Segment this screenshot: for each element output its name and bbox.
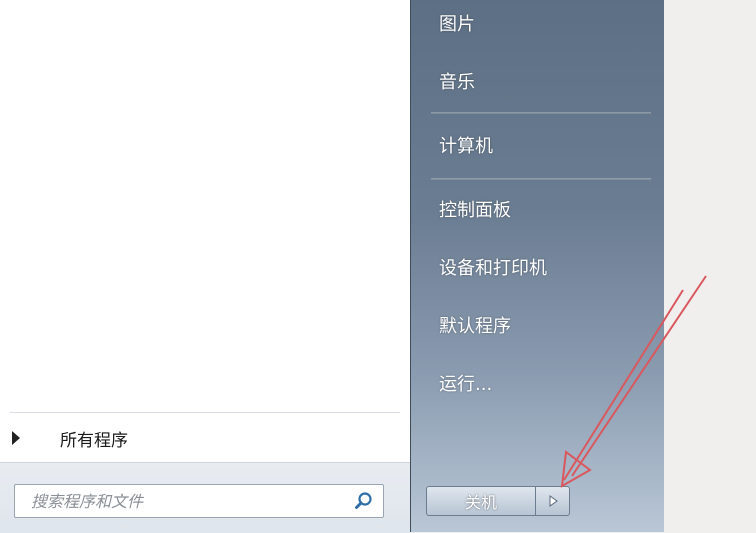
- menu-item-label: 音乐: [439, 72, 475, 93]
- left-pane: 所有程序: [0, 0, 410, 533]
- menu-item-label: 计算机: [439, 136, 493, 157]
- menu-separator: [431, 178, 651, 180]
- triangle-right-icon: [12, 431, 20, 445]
- menu-item-label: 运行...: [439, 374, 493, 395]
- all-programs-item[interactable]: 所有程序: [8, 420, 398, 456]
- menu-item-computer[interactable]: 计算机: [429, 127, 649, 163]
- triangle-right-icon: [549, 495, 558, 507]
- search-icon[interactable]: [351, 488, 377, 514]
- start-menu: 所有程序 图片 音乐 计算机 控制面板 设备: [0, 0, 664, 533]
- shutdown-group: 关机: [426, 486, 570, 516]
- search-box[interactable]: [14, 484, 384, 518]
- search-input[interactable]: [29, 486, 351, 516]
- menu-item-devices-printers[interactable]: 设备和打印机: [429, 249, 649, 285]
- menu-item-run[interactable]: 运行...: [429, 365, 649, 401]
- all-programs-label: 所有程序: [60, 430, 128, 451]
- menu-item-pictures[interactable]: 图片: [429, 5, 649, 41]
- all-programs-separator: [10, 412, 400, 413]
- shutdown-options-button[interactable]: [536, 486, 570, 516]
- menu-item-label: 默认程序: [439, 316, 511, 337]
- menu-item-default-programs[interactable]: 默认程序: [429, 307, 649, 343]
- menu-item-label: 设备和打印机: [439, 258, 547, 279]
- menu-item-label: 图片: [439, 14, 475, 35]
- menu-item-label: 控制面板: [439, 200, 511, 221]
- menu-separator: [431, 112, 651, 114]
- menu-item-music[interactable]: 音乐: [429, 63, 649, 99]
- right-pane: 图片 音乐 计算机 控制面板 设备和打印机 默认程序 运行...: [410, 0, 664, 532]
- shutdown-button[interactable]: 关机: [426, 486, 536, 516]
- menu-item-control-panel[interactable]: 控制面板: [429, 191, 649, 227]
